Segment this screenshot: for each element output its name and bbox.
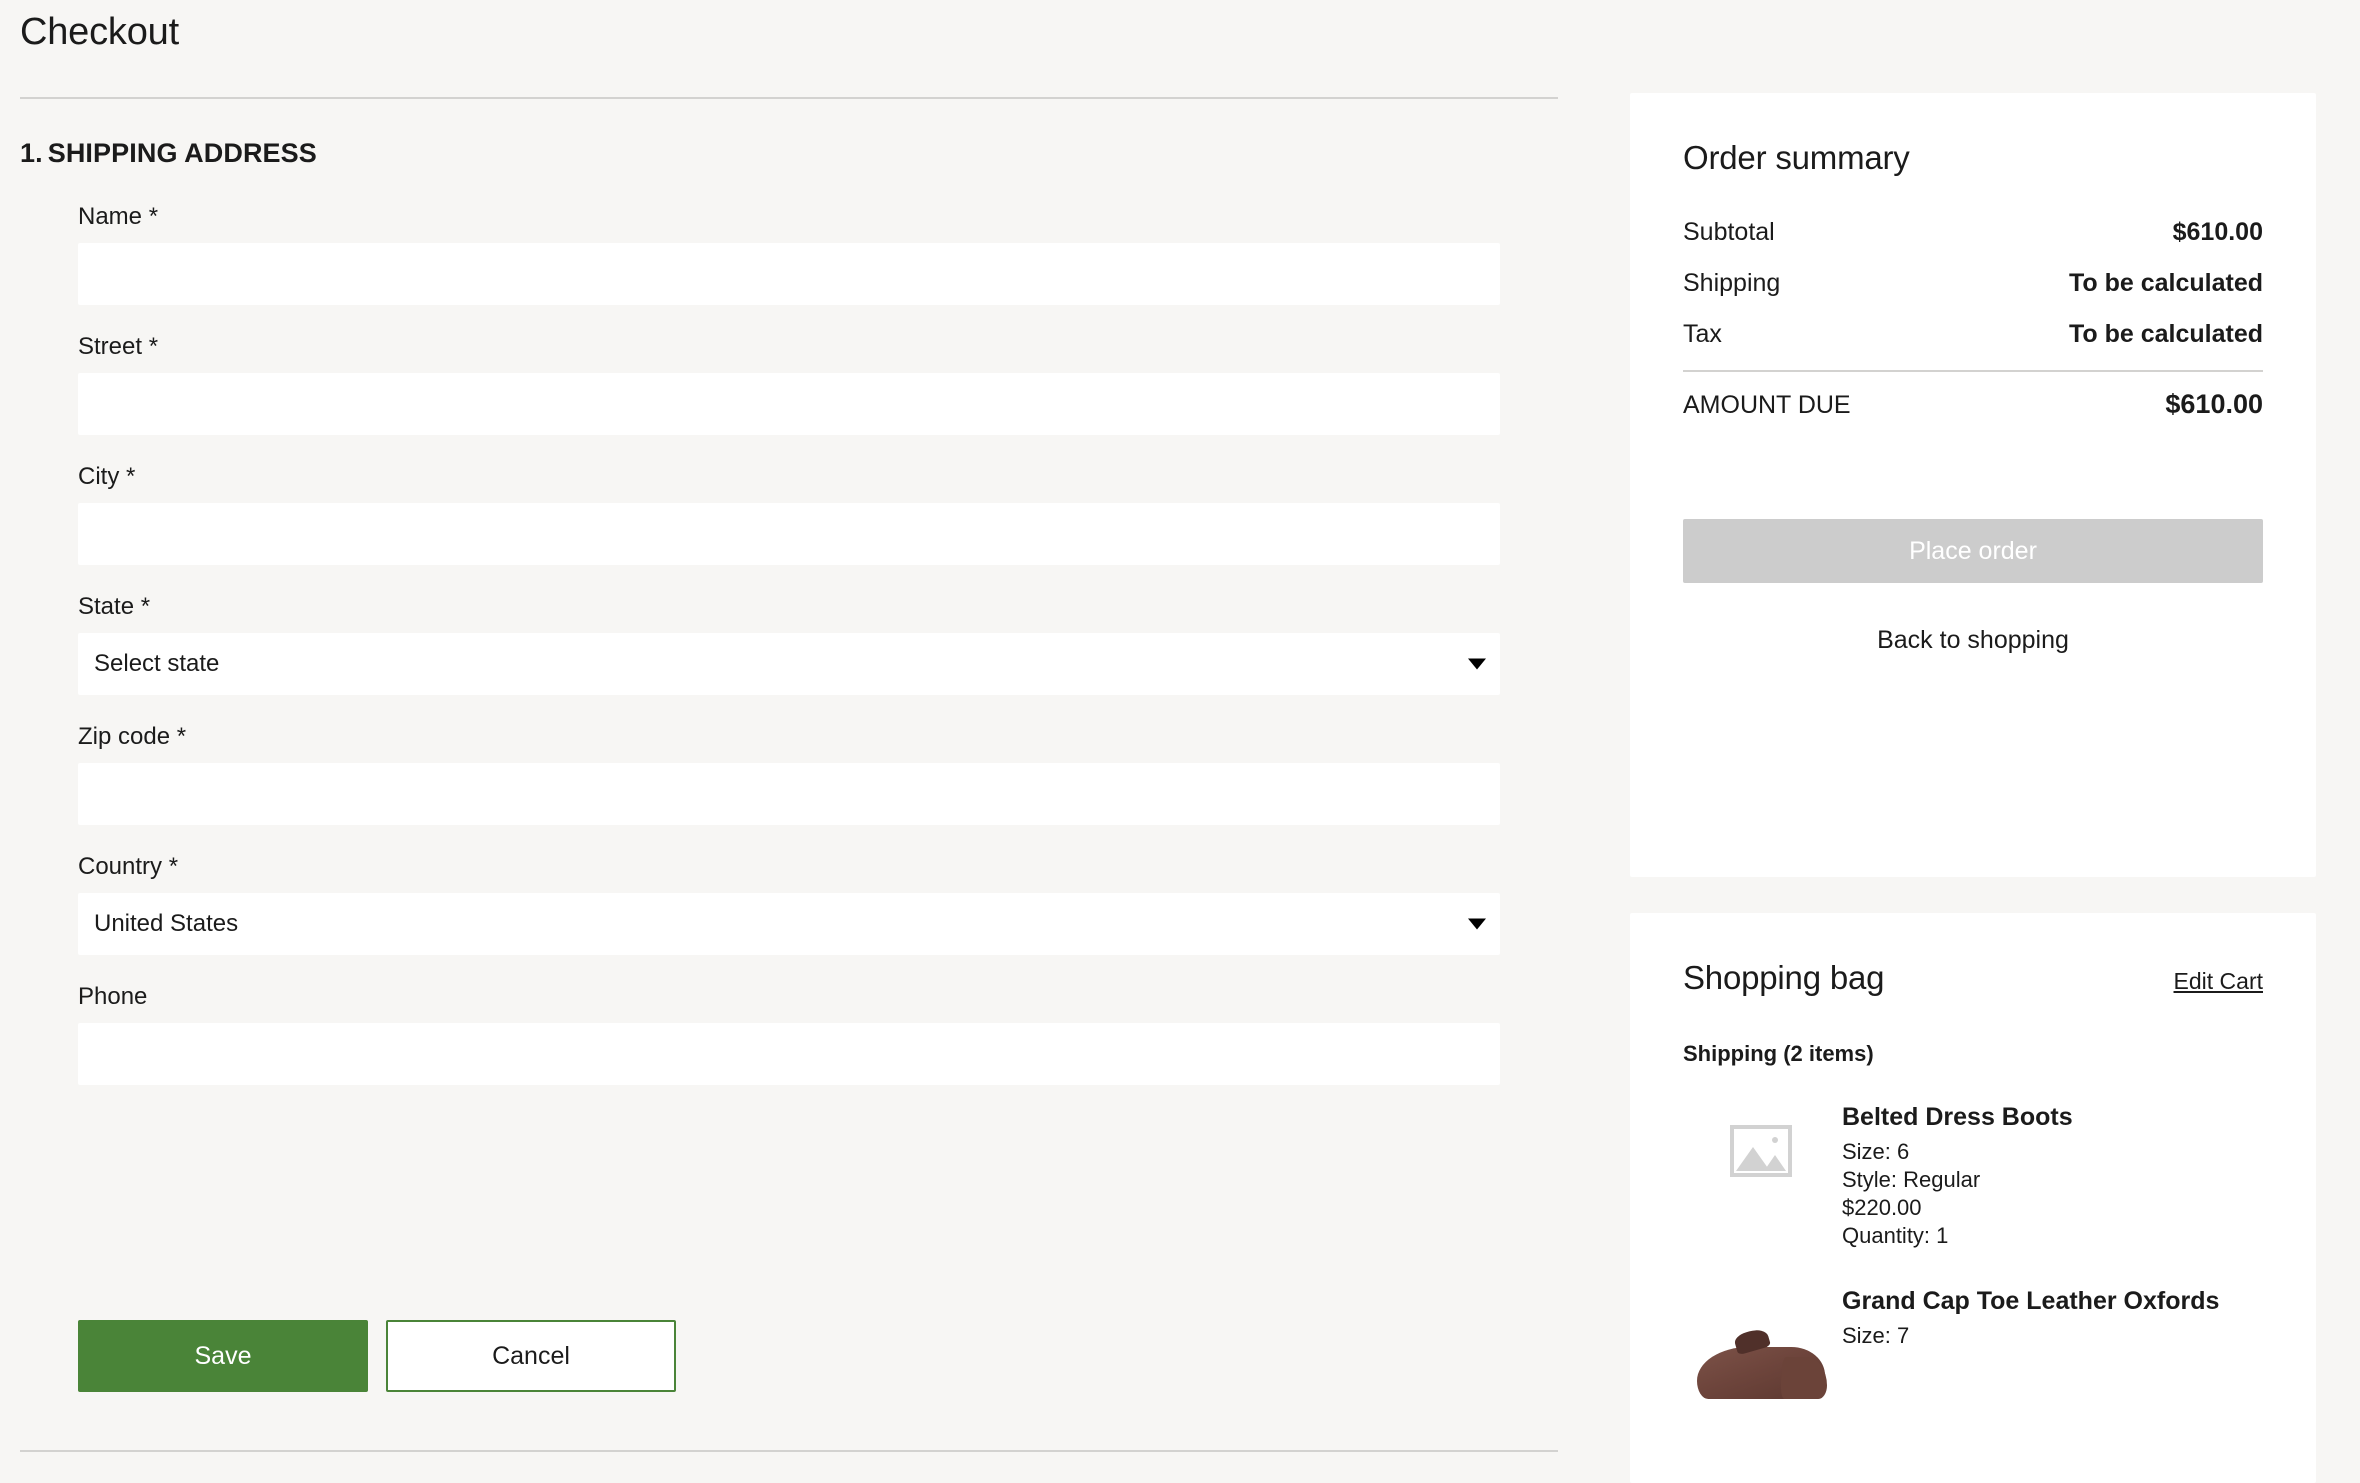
- summary-label-shipping: Shipping: [1683, 269, 1781, 297]
- summary-row-shipping: Shipping To be calculated: [1683, 258, 2263, 309]
- field-phone: Phone: [78, 985, 1500, 1085]
- product-thumbnail: [1683, 1285, 1838, 1401]
- shipping-group-label: Shipping (2 items): [1683, 1041, 1874, 1066]
- label-name: Name *: [78, 203, 159, 230]
- section-heading-label: SHIPPING ADDRESS: [47, 138, 317, 168]
- order-summary-panel: Order summary Subtotal $610.00 Shipping …: [1630, 93, 2316, 877]
- cancel-button[interactable]: Cancel: [386, 1320, 676, 1392]
- chevron-down-icon: [1468, 918, 1486, 930]
- field-name: Name *: [78, 205, 1500, 305]
- product-name: Belted Dress Boots: [1842, 1103, 2073, 1131]
- form-actions: Save Cancel: [78, 1320, 676, 1392]
- label-street: Street *: [78, 333, 159, 360]
- summary-value-subtotal: $610.00: [2172, 218, 2263, 246]
- checkout-main-column: Checkout 1. SHIPPING ADDRESS Name * Stree…: [0, 0, 1560, 1483]
- product-info: Belted Dress Boots Size: 6 Style: Regula…: [1838, 1101, 2263, 1251]
- summary-row-tax: Tax To be calculated: [1683, 309, 2263, 360]
- save-button[interactable]: Save: [78, 1320, 368, 1392]
- zip-code-input[interactable]: [78, 763, 1500, 825]
- label-country: Country *: [78, 853, 179, 880]
- country-select[interactable]: United States: [78, 893, 1500, 955]
- product-quantity: Quantity: 1: [1842, 1223, 1949, 1249]
- product-info: Grand Cap Toe Leather Oxfords Size: 7: [1838, 1285, 2263, 1401]
- street-input[interactable]: [78, 373, 1500, 435]
- product-name: Grand Cap Toe Leather Oxfords: [1842, 1286, 2220, 1315]
- label-city: City *: [78, 463, 136, 490]
- place-order-button[interactable]: Place order: [1683, 519, 2263, 583]
- field-state: State * Select state: [78, 595, 1500, 695]
- field-city: City *: [78, 465, 1500, 565]
- summary-row-amount-due: AMOUNT DUE $610.00: [1683, 378, 2263, 431]
- list-item[interactable]: Grand Cap Toe Leather Oxfords Size: 7: [1683, 1285, 2263, 1401]
- summary-value-shipping: To be calculated: [2068, 269, 2263, 297]
- shopping-bag-panel: Shopping bag Edit Cart Shipping (2 items…: [1630, 913, 2316, 1483]
- shopping-bag-heading: Shopping bag: [1683, 959, 1885, 996]
- page-title: Checkout: [20, 11, 179, 53]
- title-divider: [20, 97, 1558, 99]
- city-input[interactable]: [78, 503, 1500, 565]
- order-summary-rows: Subtotal $610.00 Shipping To be calculat…: [1683, 207, 2263, 431]
- field-street: Street *: [78, 335, 1500, 435]
- shopping-bag-header: Shopping bag Edit Cart: [1683, 959, 2263, 997]
- country-select-value: United States: [78, 893, 1500, 955]
- summary-value-tax: To be calculated: [2068, 320, 2263, 348]
- shoe-photo-icon: [1691, 1309, 1831, 1401]
- back-to-shopping-link[interactable]: Back to shopping: [1683, 626, 2263, 655]
- product-size: Size: 6: [1842, 1139, 1910, 1164]
- label-phone: Phone: [78, 983, 148, 1010]
- summary-divider: [1683, 370, 2263, 372]
- phone-input[interactable]: [78, 1023, 1500, 1085]
- product-style: Style: Regular: [1842, 1167, 1981, 1193]
- product-price: $220.00: [1842, 1195, 1922, 1221]
- name-input[interactable]: [78, 243, 1500, 305]
- list-item[interactable]: Belted Dress Boots Size: 6 Style: Regula…: [1683, 1101, 2263, 1251]
- product-thumbnail: [1683, 1101, 1838, 1251]
- summary-value-amount-due: $610.00: [2165, 389, 2263, 419]
- product-size: Size: 7: [1842, 1322, 1910, 1348]
- label-zip-code: Zip code *: [78, 723, 187, 750]
- summary-row-subtotal: Subtotal $610.00: [1683, 207, 2263, 258]
- state-select-value: Select state: [78, 633, 1500, 695]
- summary-label-tax: Tax: [1683, 320, 1722, 348]
- summary-label-subtotal: Subtotal: [1683, 218, 1775, 246]
- section-bottom-divider: [20, 1450, 1558, 1452]
- shipping-address-form: Name * Street * City * State * Select st…: [78, 205, 1500, 1115]
- order-summary-heading: Order summary: [1683, 139, 1910, 176]
- summary-label-amount-due: AMOUNT DUE: [1683, 391, 1851, 419]
- shipping-address-heading: 1. SHIPPING ADDRESS: [20, 138, 317, 169]
- chevron-down-icon: [1468, 658, 1486, 670]
- section-number: 1.: [20, 138, 43, 168]
- state-select[interactable]: Select state: [78, 633, 1500, 695]
- label-state: State *: [78, 593, 151, 620]
- field-zip-code: Zip code *: [78, 725, 1500, 825]
- image-placeholder-icon: [1729, 1125, 1792, 1177]
- field-country: Country * United States: [78, 855, 1500, 955]
- edit-cart-link[interactable]: Edit Cart: [2174, 968, 2263, 995]
